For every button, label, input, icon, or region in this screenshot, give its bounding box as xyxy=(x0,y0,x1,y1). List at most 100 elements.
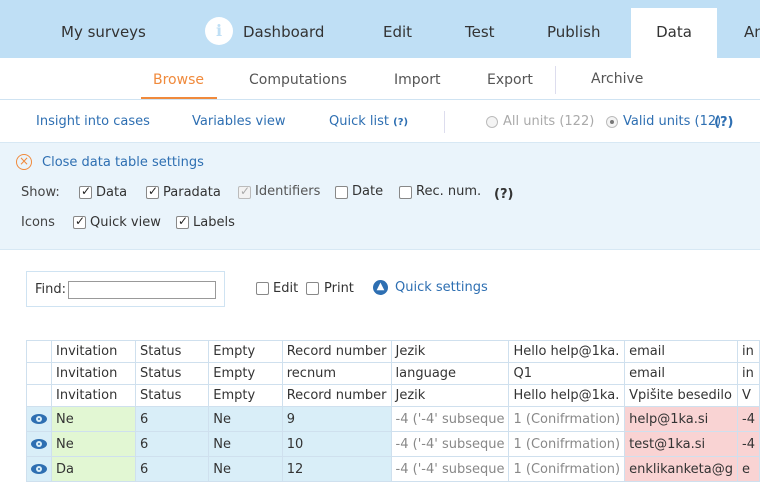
header-cell[interactable]: Invitation xyxy=(51,340,136,363)
insight-link[interactable]: Insight into cases xyxy=(36,114,150,129)
tab-publish[interactable]: Publish xyxy=(547,0,600,58)
header-cell: Vpišite besedilo xyxy=(624,384,738,407)
data-table: Invitation Status Empty Record number Je… xyxy=(26,340,760,482)
table-cell: 12 xyxy=(281,456,392,482)
eye-icon[interactable] xyxy=(31,438,47,449)
sub-nav: Browse Computations Import Export Archiv… xyxy=(0,58,760,100)
icons-label: Icons xyxy=(21,215,55,230)
table-row: Ne 6 Ne 9 -4 ('-4' subseque 1 (Conifrmat… xyxy=(26,406,760,432)
header-row: Invitation Status Empty Record number Je… xyxy=(26,340,760,363)
rec-num-checkbox-label: Rec. num. xyxy=(416,184,482,199)
header-cell[interactable]: in xyxy=(737,340,760,363)
view-cell[interactable] xyxy=(26,406,52,432)
data-checkbox[interactable] xyxy=(79,184,92,199)
header-cell: language xyxy=(390,362,510,385)
eye-icon[interactable] xyxy=(31,463,47,474)
table-cell: 1 (Conifrmation) xyxy=(508,431,626,457)
table-cell: 9 xyxy=(281,406,392,432)
header-cell: Empty xyxy=(208,362,283,385)
find-label: Find: xyxy=(35,282,67,297)
table-cell: help@1ka.si xyxy=(624,406,738,432)
date-checkbox-label: Date xyxy=(352,184,384,199)
valid-units-label: Valid units (12) xyxy=(623,114,722,129)
header-cell[interactable]: Status xyxy=(134,340,210,363)
print-checkbox-label: Print xyxy=(324,281,354,296)
identifiers-checkbox-label: Identifiers xyxy=(255,184,321,199)
header-cell: Status xyxy=(134,362,210,385)
table-row: Da 6 Ne 12 -4 ('-4' subseque 1 (Conifrma… xyxy=(26,456,760,482)
view-cell[interactable] xyxy=(26,456,52,482)
table-cell: Ne xyxy=(208,406,283,432)
header-cell xyxy=(26,384,52,407)
subtab-export[interactable]: Export xyxy=(487,72,533,88)
header-cell[interactable]: Empty xyxy=(208,340,283,363)
table-cell: Ne xyxy=(51,431,136,457)
all-units-radio[interactable] xyxy=(486,116,498,128)
header-cell[interactable]: Jezik xyxy=(390,340,510,363)
quick-list-link[interactable]: Quick list (?) xyxy=(329,114,408,129)
close-icon[interactable]: × xyxy=(16,154,32,170)
header-row: Invitation Status Empty recnum language … xyxy=(26,362,760,385)
units-help-icon[interactable]: (?) xyxy=(714,115,733,130)
date-checkbox[interactable] xyxy=(335,186,348,199)
quick-list-label: Quick list xyxy=(329,114,389,129)
chevron-up-icon[interactable]: ▲ xyxy=(373,280,388,295)
variables-view-link[interactable]: Variables view xyxy=(192,114,285,129)
edit-checkbox-label: Edit xyxy=(273,281,299,296)
table-cell: 10 xyxy=(281,431,392,457)
table-cell: Ne xyxy=(51,406,136,432)
header-cell xyxy=(26,340,52,363)
header-cell: in xyxy=(737,362,760,385)
eye-icon[interactable] xyxy=(31,413,47,424)
header-row: Invitation Status Empty Record number Je… xyxy=(26,384,760,407)
find-input[interactable] xyxy=(68,281,216,299)
header-cell: Invitation xyxy=(51,362,136,385)
table-row: Ne 6 Ne 10 -4 ('-4' subseque 1 (Conifrma… xyxy=(26,431,760,457)
table-cell: 1 (Conifrmation) xyxy=(508,406,626,432)
subtab-archive[interactable]: Archive xyxy=(591,71,643,87)
top-nav: My surveys i Dashboard Edit Test Publish… xyxy=(0,0,760,58)
table-cell: -4 xyxy=(737,431,760,457)
tab-edit[interactable]: Edit xyxy=(383,0,412,58)
data-table-settings: × Close data table settings Show: Data P… xyxy=(0,142,760,250)
tab-my-surveys[interactable]: My surveys xyxy=(61,0,146,58)
show-label: Show: xyxy=(21,185,60,200)
all-units-label: All units (122) xyxy=(503,114,595,129)
quick-view-checkbox-label: Quick view xyxy=(90,215,161,230)
quick-settings-link[interactable]: Quick settings xyxy=(395,280,488,295)
table-cell: Da xyxy=(51,456,136,482)
help-icon[interactable]: (?) xyxy=(393,117,408,128)
print-checkbox[interactable] xyxy=(306,282,319,295)
header-cell[interactable]: Hello help@1ka. xyxy=(508,340,626,363)
header-cell: Hello help@1ka. xyxy=(508,384,626,407)
header-cell[interactable]: email xyxy=(624,340,738,363)
subtab-computations[interactable]: Computations xyxy=(249,72,347,88)
table-cell: 6 xyxy=(134,406,210,432)
quick-view-checkbox[interactable] xyxy=(73,214,86,229)
close-settings-link[interactable]: Close data table settings xyxy=(42,155,204,170)
tab-dashboard[interactable]: Dashboard xyxy=(243,0,324,58)
labels-checkbox[interactable] xyxy=(176,214,189,229)
table-cell: test@1ka.si xyxy=(624,431,738,457)
header-cell: recnum xyxy=(281,362,392,385)
paradata-checkbox[interactable] xyxy=(146,184,159,199)
table-cell: Ne xyxy=(208,431,283,457)
divider xyxy=(444,111,445,133)
subtab-import[interactable]: Import xyxy=(394,72,440,88)
header-cell[interactable]: Record number xyxy=(281,340,392,363)
header-cell: Invitation xyxy=(51,384,136,407)
view-links-row: Insight into cases Variables view Quick … xyxy=(0,100,760,142)
header-cell: Empty xyxy=(208,384,283,407)
tab-data[interactable]: Data xyxy=(631,8,717,58)
valid-units-radio[interactable] xyxy=(606,116,618,128)
edit-checkbox[interactable] xyxy=(256,282,269,295)
identifiers-checkbox xyxy=(238,184,251,199)
data-checkbox-label: Data xyxy=(96,185,128,200)
tab-analysis[interactable]: An xyxy=(744,0,760,58)
tab-test[interactable]: Test xyxy=(465,0,495,58)
rec-num-checkbox[interactable] xyxy=(399,186,412,199)
show-help-icon[interactable]: (?) xyxy=(494,187,513,202)
table-cell: enklikanketa@g xyxy=(624,456,738,482)
subtab-browse[interactable]: Browse xyxy=(153,72,204,88)
view-cell[interactable] xyxy=(26,431,52,457)
